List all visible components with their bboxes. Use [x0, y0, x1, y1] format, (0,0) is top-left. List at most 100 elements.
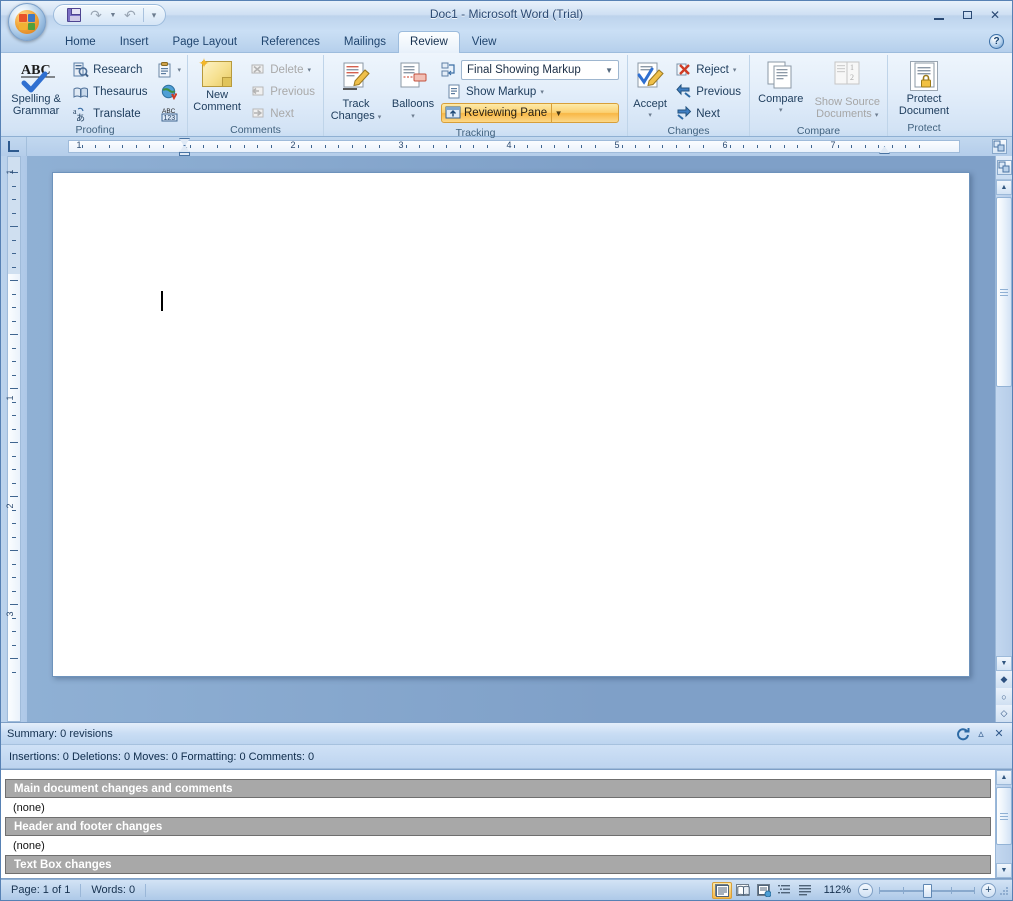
view-draft-button[interactable] [796, 882, 816, 899]
new-comment-button[interactable]: ✦ New Comment [191, 56, 243, 116]
ribbon-group-compare: Compare ▾ 1 2 Show Source Documents ▾ Co… [750, 55, 888, 137]
display-for-review-dropdown[interactable]: Final Showing Markup ▼ [461, 60, 619, 80]
split-window-button[interactable] [996, 156, 1012, 180]
pane-scroll-up-button[interactable]: ▲ [996, 770, 1012, 785]
previous-page-button[interactable]: ◆ [996, 671, 1012, 688]
help-button[interactable]: ? [989, 34, 1004, 49]
chevron-down-icon: ▾ [411, 113, 415, 120]
zoom-slider[interactable] [879, 883, 975, 898]
vertical-ruler-number: 3 [5, 611, 15, 617]
show-markup-button[interactable]: Show Markup ▾ [441, 82, 619, 101]
show-markup-label: Show Markup [466, 85, 537, 98]
tab-insert[interactable]: Insert [108, 31, 161, 52]
view-ruler-icon[interactable] [991, 139, 1007, 154]
word-count-button[interactable]: ABC 123 [158, 103, 180, 124]
next-page-button[interactable]: ◇ [996, 705, 1012, 722]
scroll-thumb[interactable] [996, 197, 1012, 387]
delete-comment-icon [250, 62, 266, 78]
next-comment-button[interactable]: Next [245, 103, 320, 124]
title-bar: ↷ ▼ ↷ ▾ Doc1 - Microsoft Word (Trial) ✕ [1, 1, 1012, 41]
reviewing-pane-button[interactable]: Reviewing Pane ▼ [441, 103, 619, 123]
previous-comment-button[interactable]: Previous [245, 81, 320, 102]
protect-document-label-line2: Document [898, 105, 950, 117]
refresh-icon[interactable] [954, 725, 972, 743]
document-area[interactable] [27, 156, 995, 722]
thesaurus-button[interactable]: Thesaurus [68, 81, 152, 102]
select-browse-object-button[interactable]: ○ [996, 688, 1012, 705]
view-web-layout-button[interactable] [754, 882, 774, 899]
tab-home[interactable]: Home [53, 31, 108, 52]
word-count-indicator[interactable]: Words: 0 [81, 884, 145, 896]
minimize-button[interactable] [928, 7, 950, 23]
zoom-level[interactable]: 112% [822, 884, 858, 896]
close-icon[interactable]: ✕ [990, 725, 1008, 743]
reviewing-pane-header: Summary: 0 revisions ▵ ✕ [1, 723, 1012, 745]
office-button[interactable] [8, 3, 46, 41]
reviewing-pane-dropdown[interactable]: ▼ [551, 104, 565, 122]
horizontal-ruler[interactable]: 1 1 2 3 4 5 6 7 [27, 137, 986, 156]
ribbon-group-changes: Accept ▾ Reject ▾ Previous Next Changes [628, 55, 750, 137]
translation-screentip-button[interactable] [158, 81, 180, 102]
pane-scroll-track[interactable] [996, 785, 1012, 863]
resize-grip[interactable] [996, 883, 1010, 897]
reviewing-pane-summary: Summary: 0 revisions [7, 727, 113, 740]
research-options-button[interactable]: ▾ [154, 59, 184, 80]
scroll-up-button[interactable]: ▲ [996, 180, 1012, 195]
translate-icon: a あ [73, 106, 89, 123]
research-label: Research [93, 63, 143, 76]
display-for-review-value: Final Showing Markup [467, 64, 581, 76]
protect-document-button[interactable]: Protect Document [891, 58, 957, 120]
next-change-button[interactable]: Next [671, 103, 746, 124]
vertical-scrollbar[interactable]: ▲ ▼ ◆ ○ ◇ [995, 156, 1012, 722]
tab-stop-selector[interactable] [1, 137, 27, 156]
balloons-button[interactable]: Balloons ▾ [387, 58, 439, 126]
close-button[interactable]: ✕ [984, 7, 1006, 23]
pane-scroll-down-button[interactable]: ▼ [996, 863, 1012, 878]
collapse-icon[interactable]: ▵ [972, 725, 990, 743]
chevron-down-icon: ▾ [177, 66, 181, 74]
page-indicator[interactable]: Page: 1 of 1 [1, 884, 80, 896]
view-outline-button[interactable] [775, 882, 795, 899]
accept-button[interactable]: Accept ▾ [631, 58, 669, 125]
scroll-track[interactable] [996, 195, 1012, 656]
compare-button[interactable]: Compare ▾ [753, 58, 809, 120]
tab-review[interactable]: Review [398, 31, 460, 53]
vertical-ruler-number: 2 [5, 503, 15, 509]
svg-text:あ: あ [76, 113, 85, 122]
zoom-out-button[interactable]: − [858, 882, 873, 898]
delete-comment-button[interactable]: Delete ▾ [245, 59, 320, 80]
spelling-grammar-button[interactable]: ABC Spelling & Grammar [6, 58, 66, 120]
tab-references[interactable]: References [249, 31, 332, 52]
scroll-down-button[interactable]: ▼ [996, 656, 1012, 671]
document-page[interactable] [52, 172, 970, 677]
scroll-grip [1000, 289, 1008, 296]
new-comment-label-line1: New [206, 89, 229, 101]
zoom-in-button[interactable]: + [981, 882, 996, 898]
show-source-documents-button[interactable]: 1 2 Show Source Documents ▾ [811, 58, 884, 125]
view-full-screen-reading-button[interactable] [733, 882, 753, 899]
track-changes-label-line1: Track [342, 98, 370, 110]
tab-mailings[interactable]: Mailings [332, 31, 398, 52]
full-screen-reading-icon [736, 884, 750, 896]
next-change-icon [676, 105, 692, 122]
tab-page-layout[interactable]: Page Layout [160, 31, 249, 52]
vertical-ruler[interactable]: 1 1 2 3 [1, 156, 27, 722]
restore-button[interactable] [956, 7, 978, 23]
group-label-proofing: Proofing [75, 124, 115, 136]
previous-change-button[interactable]: Previous [671, 81, 746, 102]
research-button[interactable]: Research [68, 59, 152, 80]
spelling-grammar-label-line1: Spelling & [11, 93, 61, 105]
view-print-layout-button[interactable] [711, 881, 732, 899]
track-changes-button[interactable]: Track Changes ▾ [327, 58, 385, 127]
previous-comment-icon [250, 84, 266, 100]
tab-view[interactable]: View [460, 31, 509, 52]
revisions-list[interactable]: Main document changes and comments (none… [1, 770, 995, 878]
reject-label: Reject [696, 63, 729, 76]
zoom-slider-thumb[interactable] [923, 883, 932, 898]
reject-button[interactable]: Reject ▾ [671, 59, 746, 80]
ruler-number: 5 [614, 140, 620, 150]
pane-scroll-thumb[interactable] [996, 787, 1012, 845]
translate-button[interactable]: a あ Translate [68, 103, 152, 124]
svg-text:2: 2 [850, 73, 854, 82]
reviewing-pane-scrollbar[interactable]: ▲ ▼ [995, 770, 1012, 878]
